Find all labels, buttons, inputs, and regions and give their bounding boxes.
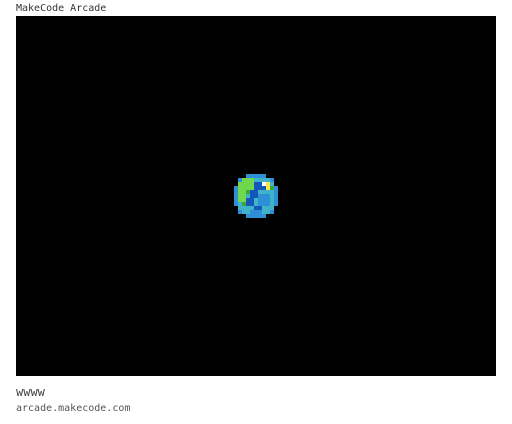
game-name: wwww: [16, 385, 45, 399]
app-title: MakeCode Arcade: [16, 3, 107, 14]
earth-planet-icon: [234, 174, 278, 218]
site-url[interactable]: arcade.makecode.com: [16, 403, 130, 415]
game-screen[interactable]: [16, 16, 496, 376]
